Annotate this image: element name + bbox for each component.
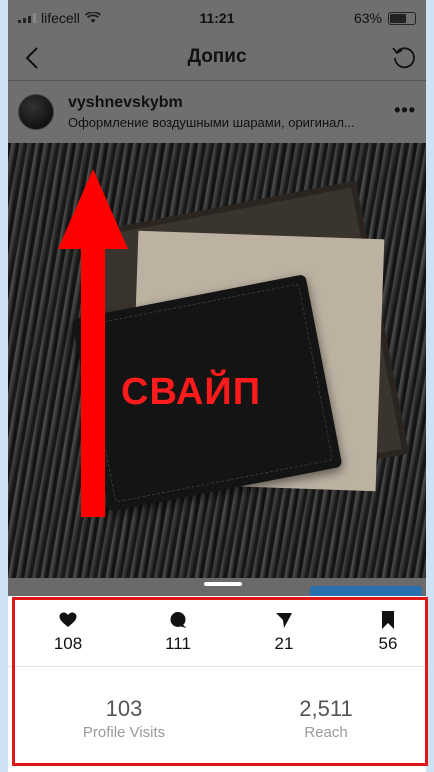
battery-icon xyxy=(388,11,416,25)
page-title: Допис xyxy=(187,46,247,67)
post-image[interactable]: СВАЙП xyxy=(8,143,426,578)
highlight-frame xyxy=(12,597,428,766)
battery-group: 63% xyxy=(354,10,416,26)
sheet-drag-handle[interactable] xyxy=(204,582,242,586)
refresh-button[interactable] xyxy=(388,42,420,74)
post-header: vyshnevskybm Оформление воздушными шарам… xyxy=(8,82,426,142)
nav-bar: Допис xyxy=(8,36,426,81)
swipe-label: СВАЙП xyxy=(121,371,262,413)
post-caption: Оформление воздушными шарами, оригинал..… xyxy=(68,115,355,130)
avatar[interactable] xyxy=(18,94,54,130)
status-bar: lifecell 11:21 63% xyxy=(8,0,426,36)
username[interactable]: vyshnevskybm xyxy=(68,94,183,112)
more-horizontal-icon: ••• xyxy=(394,100,416,120)
refresh-icon xyxy=(392,47,415,69)
more-button[interactable]: ••• xyxy=(394,100,416,121)
battery-percent: 63% xyxy=(353,10,382,26)
swipe-up-arrow-icon xyxy=(58,169,128,517)
